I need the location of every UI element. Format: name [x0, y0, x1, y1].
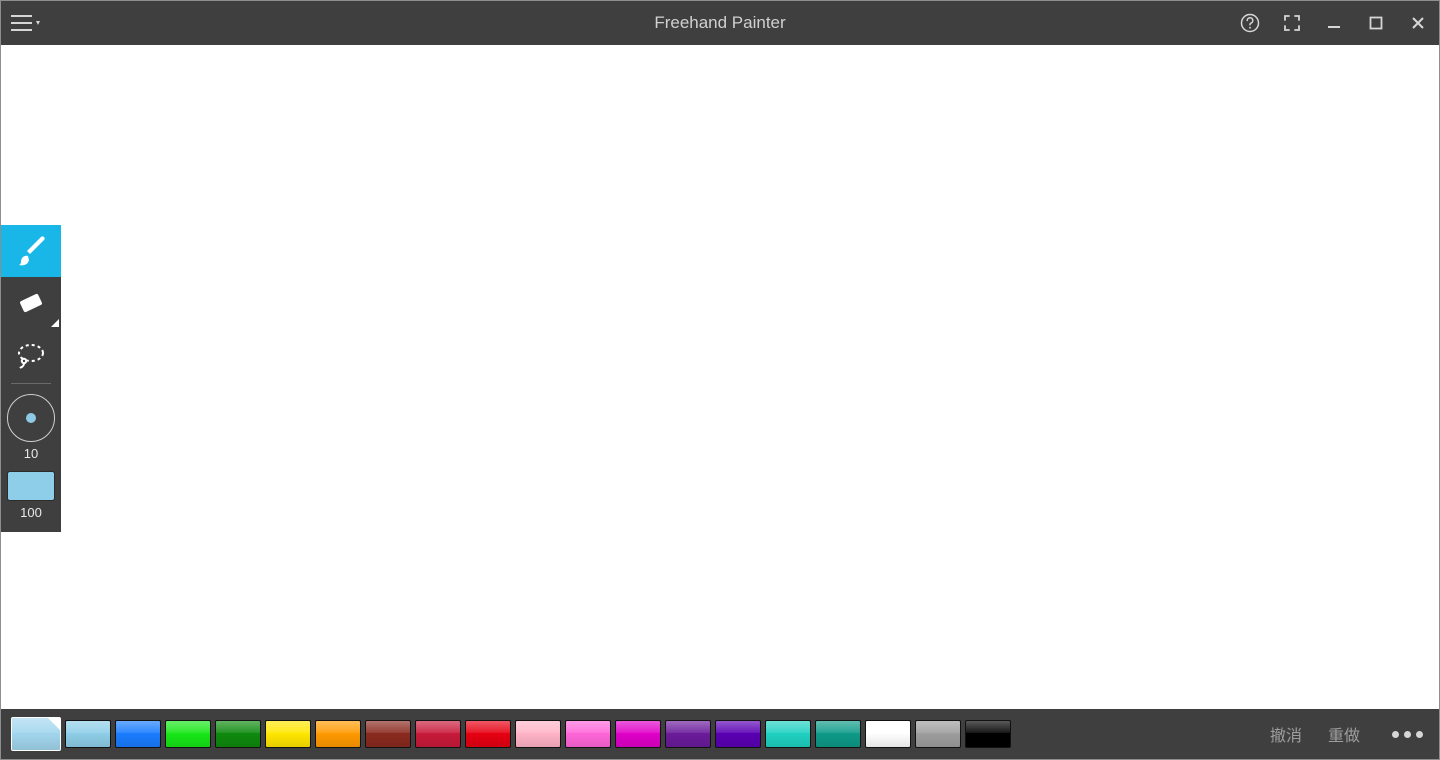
maximize-icon: [1368, 15, 1384, 31]
color-swatch[interactable]: [11, 717, 61, 751]
dots-icon: [1404, 731, 1411, 738]
toolbox: 10 100: [1, 225, 61, 532]
opacity-swatch: [7, 471, 55, 501]
color-swatch[interactable]: [215, 720, 261, 748]
tool-brush[interactable]: [1, 225, 61, 277]
color-swatch[interactable]: [365, 720, 411, 748]
color-swatch[interactable]: [115, 720, 161, 748]
eraser-icon: [14, 286, 48, 320]
workspace: 10 100: [1, 45, 1439, 709]
opacity-control[interactable]: 100: [1, 467, 61, 526]
app-title: Freehand Painter: [1, 13, 1439, 33]
bottom-bar: 撤消 重做: [1, 709, 1439, 759]
brush-size-value: 10: [24, 446, 38, 461]
color-swatch[interactable]: [265, 720, 311, 748]
more-button[interactable]: [1386, 727, 1429, 742]
lasso-icon: [14, 338, 48, 372]
app-window: Freehand Painter: [0, 0, 1440, 760]
bottom-bar-actions: 撤消 重做: [1270, 722, 1429, 746]
brush-size-dot-icon: [26, 413, 36, 423]
color-swatch[interactable]: [565, 720, 611, 748]
color-swatch[interactable]: [915, 720, 961, 748]
undo-button[interactable]: 撤消: [1270, 722, 1302, 746]
drawing-canvas[interactable]: [1, 45, 1439, 709]
window-controls: [1229, 1, 1439, 45]
color-swatch[interactable]: [815, 720, 861, 748]
close-icon: [1410, 15, 1426, 31]
color-swatch[interactable]: [465, 720, 511, 748]
color-swatch[interactable]: [965, 720, 1011, 748]
minimize-icon: [1326, 15, 1342, 31]
brush-size-ring-icon: [7, 394, 55, 442]
color-swatch[interactable]: [415, 720, 461, 748]
dots-icon: [1392, 731, 1399, 738]
toolbox-separator: [11, 383, 51, 384]
color-swatch[interactable]: [765, 720, 811, 748]
color-swatch[interactable]: [865, 720, 911, 748]
color-swatch[interactable]: [615, 720, 661, 748]
minimize-button[interactable]: [1313, 1, 1355, 45]
main-menu-button[interactable]: [1, 1, 49, 45]
color-palette: [11, 717, 1011, 751]
tool-lasso[interactable]: [1, 329, 61, 381]
tool-eraser[interactable]: [1, 277, 61, 329]
color-swatch[interactable]: [65, 720, 111, 748]
close-button[interactable]: [1397, 1, 1439, 45]
hamburger-icon: [10, 13, 40, 33]
fullscreen-button[interactable]: [1271, 1, 1313, 45]
help-icon: [1240, 13, 1260, 33]
brush-size-control[interactable]: 10: [1, 390, 61, 467]
color-swatch[interactable]: [715, 720, 761, 748]
expand-indicator-icon: [51, 319, 59, 327]
maximize-button[interactable]: [1355, 1, 1397, 45]
color-swatch[interactable]: [315, 720, 361, 748]
color-swatch[interactable]: [165, 720, 211, 748]
title-bar: Freehand Painter: [1, 1, 1439, 45]
redo-button[interactable]: 重做: [1328, 722, 1360, 746]
fullscreen-icon: [1283, 14, 1301, 32]
brush-icon: [14, 234, 48, 268]
color-swatch[interactable]: [665, 720, 711, 748]
dots-icon: [1416, 731, 1423, 738]
color-swatch[interactable]: [515, 720, 561, 748]
help-button[interactable]: [1229, 1, 1271, 45]
opacity-value: 100: [20, 505, 42, 520]
